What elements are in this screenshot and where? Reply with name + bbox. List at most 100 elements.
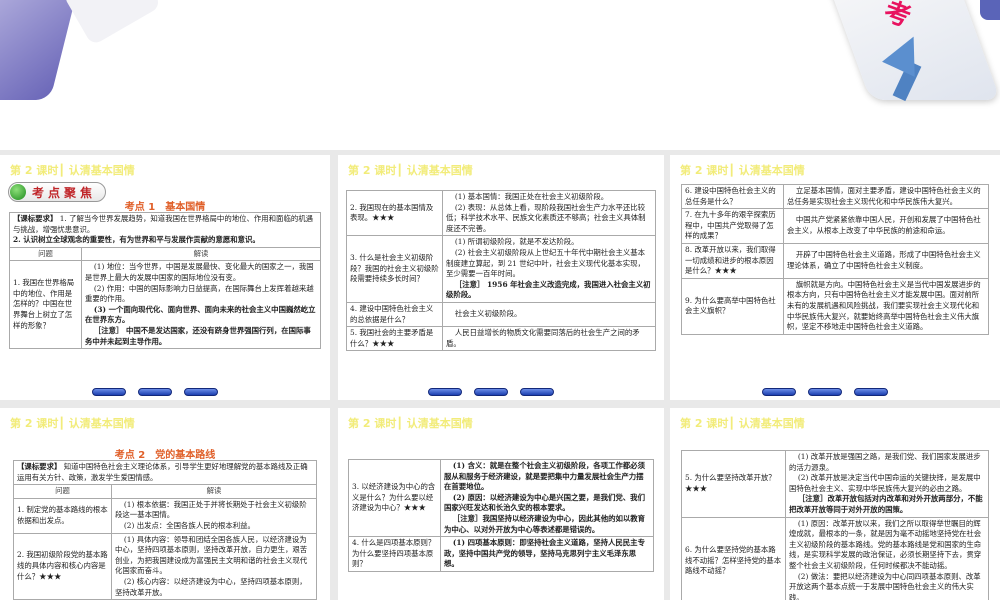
nav-home-button[interactable] [854, 388, 888, 396]
question-text: 4. 什么是四项基本原则？为什么要坚持四项基本原则？ [352, 538, 436, 569]
table-row: 7. 在九十多年的艰辛探索历程中，中国共产党取得了怎样的成果？ 中国共产党紧紧依靠… [681, 208, 989, 244]
table-row: 4. 什么是四项基本原则？为什么要坚持四项基本原则？ (1) 四项基本原则：即坚持… [348, 536, 654, 572]
answer-cell: 立足基本国情，面对主要矛盾，建设中国特色社会主义的总任务是实现社会主义现代化和中… [783, 183, 989, 210]
slide-thumbnail[interactable]: 第 2 课时┃ 认清基本国情 6. 建设中国特色社会主义的总任务是什么？ 立足基本国… [670, 155, 1000, 400]
nav-next-button[interactable] [138, 388, 172, 396]
column-header: 解读 [111, 484, 317, 499]
question-text: 6. 为什么要坚持党的基本路线不动摇？怎样坚持党的基本路线不动摇？ [685, 545, 782, 576]
slide-nav-buttons [92, 388, 218, 396]
nav-next-button[interactable] [474, 388, 508, 396]
column-header: 问题 [13, 484, 112, 499]
table-row: 5. 为什么要坚持改革开放？★★★ (1) 改革开放是强国之路，是我们党、我们国家… [681, 450, 989, 518]
question-cell: 3. 什么是社会主义初级阶段？我国的社会主义初级阶段需要持续多长时间？ [346, 235, 443, 303]
slide-header: 第 2 课时┃ 认清基本国情 [680, 417, 805, 430]
slide-thumbnail[interactable]: 第 2 课时┃ 认清基本国情 5. 为什么要坚持改革开放？★★★ (1) 改革开放是… [670, 408, 1000, 600]
question-text: 5. 我国社会的主要矛盾是什么？★★★ [350, 328, 434, 348]
blue-decoration [980, 0, 1000, 20]
requirement-text: 1. 了解当今世界发展趋势，知道我国在世界格局中的地位、作用和面临的机遇与挑战，… [13, 214, 314, 234]
table-row: 9. 为什么要高举中国特色社会主义旗帜？ 旗帜就是方向。中国特色社会主义是当代中国… [681, 277, 989, 335]
question-text: 9. 为什么要高举中国特色社会主义旗帜？ [685, 295, 776, 316]
answer-text: (2) 作用：中国的国际影响力日益提高，在国际舞台上发挥着越来越重要的作用。 [85, 283, 314, 304]
table-row: 6. 建设中国特色社会主义的总任务是什么？ 立足基本国情，面对主要矛盾，建设中国特… [681, 183, 989, 210]
answer-cell: (1) 四项基本原则：即坚持社会主义道路，坚持人民民主专政，坚持中国共产党的领导… [440, 536, 654, 572]
answer-text: 旗帜就是方向。中国特色社会主义是当代中国发展进步的根本方向，只有中国特色社会主义… [787, 279, 981, 332]
question-text: 1. 我国在世界格局中的地位、作用是怎样的？中国在世界舞台上树立了怎样的形象？ [13, 278, 75, 330]
table-row: 4. 建设中国特色社会主义的总依据是什么？ 社会主义初级阶段。 [346, 301, 656, 328]
slide-header: 第 2 课时┃ 认清基本国情 [10, 164, 135, 177]
topic-title: 考点 1 基本国情 [124, 202, 206, 213]
answer-text: (1) 原因：改革开放以来，我们之所以取得举世瞩目的辉煌成就，最根本的一条，就是… [789, 518, 982, 570]
answer-cell: (1) 具体内容：领导和团结全国各族人民，以经济建设为中心，坚持四项基本原则，坚… [111, 532, 317, 600]
answer-cell: 人民日益增长的物质文化需要同落后的社会生产之间的矛盾。 [442, 326, 656, 352]
question-cell: 4. 什么是四项基本原则？为什么要坚持四项基本原则？ [348, 536, 441, 572]
answer-text: 中国共产党紧紧依靠中国人民，开创和发展了中国特色社会主义，从根本上改变了中华民族… [787, 215, 981, 236]
content-table: 【课标要求】 知道中国特色社会主义理论体系，引导学生更好地理解党的基本路线及正确… [13, 459, 317, 600]
table-row: 1. 我国在世界格局中的地位、作用是怎样的？中国在世界舞台上树立了怎样的形象？ (… [9, 260, 321, 350]
answer-text: ［注意］改革开放包括对内改革和对外开放两部分，不能把改革开放等同于对外开放的国策… [789, 494, 983, 514]
table-row: 1. 制定党的基本路线的根本依据和出发点。 (1) 根本依据：我国正处于并将长期处… [13, 497, 317, 534]
table-row: 8. 改革开放以来，我们取得一切成绩和进步的根本原因是什么？★★★ 开辟了中国特色… [681, 242, 989, 279]
answer-text: 人民日益增长的物质文化需要同落后的社会生产之间的矛盾。 [446, 328, 640, 348]
nav-prev-button[interactable] [762, 388, 796, 396]
slide-thumbnail[interactable]: 第 2 课时┃ 认清基本国情 2. 我国现在的基本国情及表现。★★★ (1) 基本国… [338, 155, 664, 400]
slide-thumbnail[interactable]: 第 2 课时┃ 认清基本国情 考点聚焦 考点 1 基本国情 【课标要求】 1. 了解当… [0, 155, 330, 400]
question-cell: 4. 建设中国特色社会主义的总依据是什么？ [346, 301, 443, 328]
table-row: 6. 为什么要坚持党的基本路线不动摇？怎样坚持党的基本路线不动摇？ (1) 原因：… [681, 516, 989, 600]
answer-cell: 社会主义初级阶段。 [442, 301, 656, 328]
answer-text: (2) 原因：以经济建设为中心是兴国之要，是我们党、我们国家兴旺发达和长治久安的… [444, 492, 645, 513]
answer-text: 开辟了中国特色社会主义道路，形成了中国特色社会主义理论体系，确立了中国特色社会主… [787, 250, 981, 270]
requirement-cell: 【课标要求】 1. 了解当今世界发展趋势，知道我国在世界格局中的地位、作用和面临… [9, 212, 321, 248]
question-cell: 5. 我国社会的主要矛盾是什么？★★★ [346, 326, 443, 352]
answer-cell: 旗帜就是方向。中国特色社会主义是当代中国发展进步的根本方向，只有中国特色社会主义… [783, 277, 989, 335]
slide-thumbnail[interactable]: 第 2 课时┃ 认清基本国情 考点 2 党的基本路线 【课标要求】 知道中国特色社会… [0, 408, 330, 600]
question-cell: 5. 为什么要坚持改革开放？★★★ [681, 450, 786, 518]
requirement-text: 2. 认识树立全球观念的重要性，有为世界和平与发展作贡献的意愿和意识。 [13, 235, 260, 245]
answer-text: (1) 含义：就是在整个社会主义初级阶段，各项工作都必须服从和服务于经济建设，就… [444, 461, 645, 492]
question-text: 3. 什么是社会主义初级阶段？我国的社会主义初级阶段需要持续多长时间？ [350, 253, 439, 284]
nav-home-button[interactable] [184, 388, 218, 396]
table-row: 2. 我国现在的基本国情及表现。★★★ (1) 基本国情：我国正处在社会主义初级阶… [346, 189, 656, 237]
slide-header: 第 2 课时┃ 认清基本国情 [10, 417, 135, 430]
answer-cell: 开辟了中国特色社会主义道路，形成了中国特色社会主义理论体系，确立了中国特色社会主… [783, 242, 989, 279]
content-table: 2. 我国现在的基本国情及表现。★★★ (1) 基本国情：我国正处在社会主义初级阶… [346, 189, 656, 352]
content-table: 3. 以经济建设为中心的含义是什么？为什么要以经济建设为中心？★★★ (1) 含义… [348, 458, 654, 572]
question-cell: 9. 为什么要高举中国特色社会主义旗帜？ [681, 277, 784, 335]
nav-prev-button[interactable] [428, 388, 462, 396]
question-cell: 2. 我国初级阶段党的基本路线的具体内容和核心内容是什么？★★★ [13, 532, 112, 600]
title-banner: 考 [0, 0, 1000, 150]
question-text: 5. 为什么要坚持改革开放？★★★ [685, 473, 776, 493]
slide-thumbnail[interactable]: 第 2 课时┃ 认清基本国情 3. 以经济建设为中心的含义是什么？为什么要以经济建… [338, 408, 664, 600]
answer-text: (1) 所谓初级阶段，就是不发达阶段。 [454, 237, 579, 247]
content-table: 【课标要求】 1. 了解当今世界发展趋势，知道我国在世界格局中的地位、作用和面临… [9, 212, 321, 350]
table-row: 3. 什么是社会主义初级阶段？我国的社会主义初级阶段需要持续多长时间？ (1) 所… [346, 235, 656, 303]
answer-text: ［注意］ 1956 年社会主义改造完成，我国进入社会主义初级阶段。 [446, 279, 651, 300]
answer-cell: (1) 地位：当今世界，中国是发展最快、变化最大的国家之一，我国是世界上最大的发… [81, 260, 321, 350]
requirement-cell: 【课标要求】 知道中国特色社会主义理论体系，引导学生更好地理解党的基本路线及正确… [13, 459, 317, 486]
nav-home-button[interactable] [520, 388, 554, 396]
nav-prev-button[interactable] [92, 388, 126, 396]
column-header: 解读 [81, 246, 321, 262]
requirement-text: 【课标要求】 [17, 462, 62, 471]
question-cell: 2. 我国现在的基本国情及表现。★★★ [346, 189, 443, 237]
question-cell: 8. 改革开放以来，我们取得一切成绩和进步的根本原因是什么？★★★ [681, 242, 784, 279]
answer-text: (1) 具体内容：领导和团结全国各族人民，以经济建设为中心，坚持四项基本原则，坚… [115, 534, 308, 576]
answer-text: ［注意］ 中国不是发达国家，还没有跻身世界强国行列，在国际事务中并未起到主导作用… [85, 325, 311, 346]
answer-text: (1) 根本依据：我国正处于并将长期处于社会主义初级阶段这一基本国情。 [115, 499, 307, 520]
question-text: 7. 在九十多年的艰辛探索历程中，中国共产党取得了怎样的成果？ [685, 210, 776, 241]
question-cell: 1. 制定党的基本路线的根本依据和出发点。 [13, 497, 112, 534]
column-header: 问题 [9, 246, 82, 262]
question-text: 2. 我国现在的基本国情及表现。★★★ [350, 202, 434, 223]
question-cell: 6. 为什么要坚持党的基本路线不动摇？怎样坚持党的基本路线不动摇？ [681, 516, 786, 600]
slide-nav-buttons [762, 388, 888, 396]
white-decoration [62, 0, 162, 46]
content-table: 6. 建设中国特色社会主义的总任务是什么？ 立足基本国情，面对主要矛盾，建设中国特… [681, 183, 989, 335]
slide-nav-buttons [428, 388, 554, 396]
requirement-text: 知道中国特色社会主义理论体系，引导学生更好地理解党的基本路线及正确运用有关方针、… [17, 462, 308, 482]
nav-next-button[interactable] [808, 388, 842, 396]
question-cell: 1. 我国在世界格局中的地位、作用是怎样的？中国在世界舞台上树立了怎样的形象？ [9, 260, 82, 350]
answer-text: (1) 四项基本原则：即坚持社会主义道路，坚持人民民主专政，坚持中国共产党的领导… [444, 538, 645, 569]
answer-text: 立足基本国情，面对主要矛盾，建设中国特色社会主义的总任务是实现社会主义现代化和中… [787, 186, 981, 206]
answer-cell: (1) 原因：改革开放以来，我们之所以取得举世瞩目的辉煌成就，最根本的一条，就是… [785, 516, 989, 600]
answer-text: (2) 社会主义初级阶段从上世纪五十年代中期社会主义基本制度建立算起，到 21 … [446, 247, 646, 279]
answer-text: (2) 表现：从总体上看，现阶段我国社会生产力水平还比较低；科学技术水平、民族文… [446, 202, 646, 233]
